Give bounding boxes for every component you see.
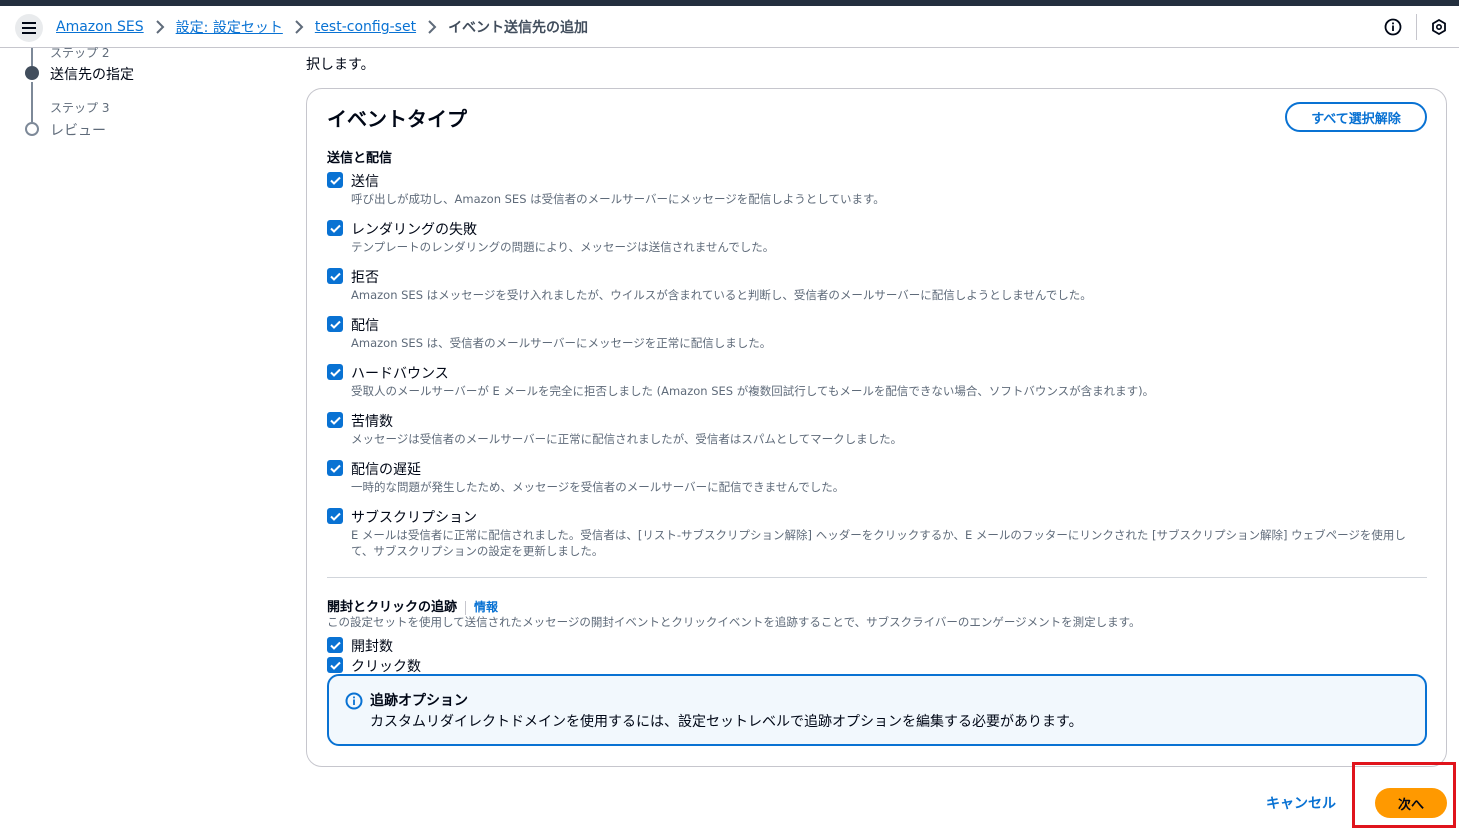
event-label: レンダリングの失敗: [351, 222, 477, 238]
event-desc: E メールは受信者に正常に配信されました。受信者は、[リスト-サブスクリプション…: [351, 528, 1406, 558]
card-title: イベントタイプ: [327, 107, 467, 131]
check-icon: [329, 320, 341, 329]
event-label: 送信: [351, 174, 379, 190]
alert-title: 追跡オプション: [370, 693, 468, 709]
menu-button[interactable]: [15, 14, 43, 42]
header: Amazon SES 設定: 設定セット test-config-set イベン…: [0, 6, 1459, 48]
event-label: 配信の遅延: [351, 462, 421, 478]
hamburger-icon: [22, 22, 36, 34]
event-desc: 一時的な問題が発生したため、メッセージを受信者のメールサーバーに配信できませんで…: [351, 480, 845, 494]
checkbox-reject[interactable]: [327, 268, 343, 284]
section-tracking-desc: この設定セットを使用して送信されたメッセージの開封イベントとクリックイベントを追…: [327, 615, 1141, 629]
checkbox-subscription[interactable]: [327, 508, 343, 524]
section-divider: [327, 577, 1427, 578]
checkbox-delivery-delay[interactable]: [327, 460, 343, 476]
breadcrumb: Amazon SES 設定: 設定セット test-config-set イベン…: [56, 6, 588, 48]
breadcrumb-current: イベント送信先の追加: [448, 20, 589, 36]
checkbox-click[interactable]: [327, 657, 343, 673]
chevron-right-icon: [416, 20, 448, 34]
event-desc: 呼び出しが成功し、Amazon SES は受信者のメールサーバーにメッセージを配…: [351, 192, 885, 206]
wizard-steps: ステップ 2 送信先の指定 ステップ 3 レビュー: [24, 46, 274, 148]
tracking-options-alert: 追跡オプション カスタムリダイレクトドメインを使用するには、設定セットレベルで追…: [327, 674, 1427, 746]
vertical-separator: [465, 600, 467, 615]
step3-title: レビュー: [50, 123, 106, 139]
tracking-label: クリック数: [351, 659, 421, 675]
check-icon: [329, 272, 341, 281]
event-types-card: イベントタイプ すべて選択解除 送信と配信 送信 呼び出しが成功し、Amazon…: [306, 88, 1447, 767]
info-circle-icon[interactable]: [1382, 16, 1404, 38]
breadcrumb-config-sets[interactable]: 設定: 設定セット: [176, 17, 283, 37]
info-link[interactable]: 情報: [474, 600, 498, 614]
checkbox-open[interactable]: [327, 637, 343, 653]
chevron-right-icon: [144, 20, 176, 34]
check-icon: [329, 416, 341, 425]
check-icon: [329, 464, 341, 473]
step-current-dot: [25, 66, 39, 80]
deselect-all-button[interactable]: すべて選択解除: [1285, 102, 1427, 132]
step-connector: [31, 82, 33, 122]
step-pending-dot: [25, 122, 39, 136]
header-divider: [1416, 14, 1417, 40]
alert-body: カスタムリダイレクトドメインを使用するには、設定セットレベルで追跡オプションを編…: [370, 714, 1083, 730]
event-label: サブスクリプション: [351, 510, 477, 526]
check-icon: [329, 224, 341, 233]
highlight-box: [1352, 762, 1456, 828]
check-icon: [329, 512, 341, 521]
event-desc: Amazon SES は、受信者のメールサーバーにメッセージを正常に配信しました…: [351, 336, 772, 350]
chevron-right-icon: [283, 20, 315, 34]
event-desc: メッセージは受信者のメールサーバーに正常に配信されましたが、受信者はスパムとして…: [351, 432, 903, 446]
intro-text: 択します。: [306, 57, 375, 73]
section-tracking-title: 開封とクリックの追跡: [327, 600, 458, 615]
check-icon: [329, 661, 341, 670]
step2-label: ステップ 2: [50, 46, 110, 60]
check-icon: [329, 368, 341, 377]
checkbox-hard-bounce[interactable]: [327, 364, 343, 380]
event-desc: Amazon SES はメッセージを受け入れましたが、ウイルスが含まれていると判…: [351, 288, 1092, 302]
breadcrumb-test-config-set[interactable]: test-config-set: [315, 19, 416, 35]
info-circle-icon: [345, 692, 363, 710]
cancel-button[interactable]: キャンセル: [1266, 790, 1336, 816]
event-desc: テンプレートのレンダリングの問題により、メッセージは送信されませんでした。: [351, 240, 775, 254]
breadcrumb-amazon-ses[interactable]: Amazon SES: [56, 19, 144, 35]
step3-label: ステップ 3: [50, 101, 110, 115]
check-icon: [329, 176, 341, 185]
step-connector: [31, 48, 33, 66]
event-label: ハードバウンス: [351, 366, 449, 382]
step2-title[interactable]: 送信先の指定: [50, 64, 134, 84]
section-tracking-label: 開封とクリックの追跡 情報: [327, 596, 498, 615]
hex-settings-icon[interactable]: [1428, 16, 1450, 38]
checkbox-complaint[interactable]: [327, 412, 343, 428]
event-desc: 受取人のメールサーバーが E メールを完全に拒否しました (Amazon SES…: [351, 384, 1155, 398]
checkbox-send[interactable]: [327, 172, 343, 188]
event-label: 苦情数: [351, 414, 393, 430]
section-send-delivery-label: 送信と配信: [327, 151, 393, 166]
checkbox-delivery[interactable]: [327, 316, 343, 332]
checkbox-rendering-failure[interactable]: [327, 220, 343, 236]
tracking-label: 開封数: [351, 639, 393, 655]
event-label: 配信: [351, 318, 379, 334]
event-label: 拒否: [351, 270, 379, 286]
check-icon: [329, 641, 341, 650]
